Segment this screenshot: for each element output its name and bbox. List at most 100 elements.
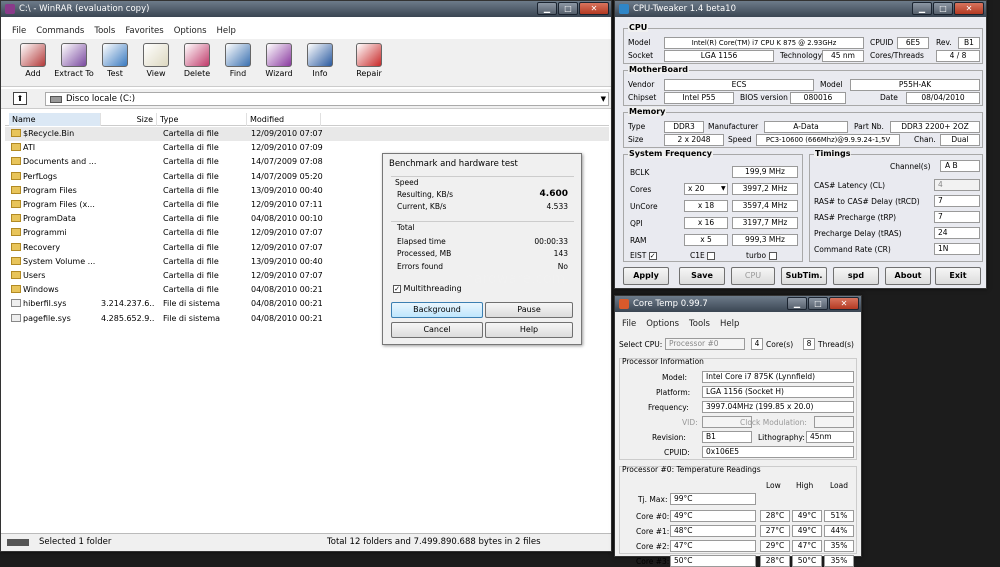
column-name[interactable]: Name: [9, 113, 101, 126]
toolbar-view-button[interactable]: View: [134, 43, 178, 78]
file-name-cell: PerfLogs: [11, 170, 103, 184]
toolbar-repair-button[interactable]: Repair: [347, 43, 391, 78]
uncore-multiplier[interactable]: x 18: [684, 200, 728, 212]
command-rate-select[interactable]: 1N: [934, 243, 980, 255]
path-dropdown[interactable]: Disco locale (C:) ▼: [45, 92, 609, 106]
select-cpu-dropdown[interactable]: Processor #0: [665, 338, 745, 350]
maximize-button[interactable]: □: [933, 2, 953, 15]
file-icon: [11, 313, 21, 322]
file-type: File di sistema: [163, 313, 221, 323]
turbo-checkbox[interactable]: turbo: [746, 251, 777, 260]
elapsed-label: Elapsed time: [397, 237, 446, 246]
menu-options[interactable]: Options: [641, 319, 684, 329]
toolbar-extract-to-button[interactable]: Extract To: [52, 43, 96, 78]
bios-version-value: 080016: [790, 92, 846, 104]
core-low: 28°C: [760, 510, 790, 522]
eist-checkbox[interactable]: EIST ✓: [630, 251, 657, 260]
toolbar-delete-button[interactable]: Delete: [175, 43, 219, 78]
background-button[interactable]: Background: [391, 302, 483, 318]
maximize-button[interactable]: □: [808, 297, 828, 310]
close-button[interactable]: ✕: [829, 297, 859, 310]
platform-label: Platform:: [656, 388, 691, 397]
manufacturer-value: A-Data: [764, 121, 848, 133]
spd-button[interactable]: spd: [833, 267, 879, 285]
menu-favorites[interactable]: Favorites: [120, 26, 168, 36]
winrar-titlebar[interactable]: C:\ - WinRAR (evaluation copy) ▁ □ ✕: [1, 1, 611, 17]
menu-tools[interactable]: Tools: [89, 26, 120, 36]
minimize-button[interactable]: ▁: [787, 297, 807, 310]
toolbar-find-button[interactable]: Find: [216, 43, 260, 78]
test-icon: [102, 43, 128, 67]
toolbar-info-button[interactable]: Info: [298, 43, 342, 78]
folder-icon: [11, 200, 21, 208]
menu-options[interactable]: Options: [169, 26, 212, 36]
file-modified: 04/08/2010 00:21: [251, 285, 323, 295]
info-label: Info: [312, 69, 328, 78]
minimize-button[interactable]: ▁: [537, 2, 557, 15]
cores-threads-value: 4 / 8: [936, 50, 980, 62]
benchmark-title: Benchmark and hardware test: [389, 159, 518, 169]
cputweaker-app-icon: [619, 4, 629, 14]
column-modified[interactable]: Modified: [247, 113, 321, 126]
apply-button[interactable]: Apply: [623, 267, 669, 285]
multithreading-checkbox[interactable]: ✓ Multithreading: [393, 284, 462, 293]
menu-help[interactable]: Help: [212, 26, 241, 36]
cancel-button[interactable]: Cancel: [391, 322, 483, 338]
menu-help[interactable]: Help: [715, 319, 744, 329]
close-button[interactable]: ✕: [579, 2, 609, 15]
table-row[interactable]: $Recycle.Bin Cartella di file 12/09/2010 0…: [5, 127, 609, 141]
coretemp-titlebar[interactable]: Core Temp 0.99.7 ▁ □ ✕: [615, 296, 861, 312]
total-group: Total Elapsed time 00:00:33 Processed, MB…: [391, 221, 574, 273]
bclk-value[interactable]: 199,9 MHz: [732, 166, 798, 178]
toolbar-test-button[interactable]: Test: [93, 43, 137, 78]
cas-latency-select[interactable]: 4: [934, 179, 980, 191]
resulting-label: Resulting, KB/s: [397, 190, 454, 199]
extract-icon: [61, 43, 87, 67]
file-size: 3.214.237.6...: [101, 299, 155, 309]
qpi-multiplier[interactable]: x 16: [684, 217, 728, 229]
help-button[interactable]: Help: [485, 322, 573, 338]
core-high: 50°C: [792, 555, 822, 567]
folder-icon: [11, 271, 21, 279]
exit-button[interactable]: Exit: [935, 267, 981, 285]
toolbar-add-button[interactable]: Add: [11, 43, 55, 78]
cpu-button[interactable]: CPU: [731, 267, 775, 285]
column-type[interactable]: Type: [157, 113, 247, 126]
close-button[interactable]: ✕: [954, 2, 984, 15]
winrar-app-icon: [5, 4, 15, 14]
drive-icon: [50, 96, 62, 103]
about-button[interactable]: About: [885, 267, 931, 285]
file-type: Cartella di file: [163, 256, 219, 266]
menu-tools[interactable]: Tools: [684, 319, 715, 329]
file-type: Cartella di file: [163, 285, 219, 295]
toolbar-wizard-button[interactable]: Wizard: [257, 43, 301, 78]
trcd-select[interactable]: 7: [934, 195, 980, 207]
menu-file[interactable]: File: [617, 319, 641, 329]
command-rate-label: Command Rate (CR): [814, 245, 891, 254]
maximize-button[interactable]: □: [558, 2, 578, 15]
cpuid-value: 6E5: [897, 37, 929, 49]
save-button[interactable]: Save: [679, 267, 725, 285]
minimize-button[interactable]: ▁: [912, 2, 932, 15]
pause-button[interactable]: Pause: [485, 302, 573, 318]
tras-select[interactable]: 24: [934, 227, 980, 239]
select-cpu-label: Select CPU:: [619, 340, 663, 349]
errors-label: Errors found: [397, 262, 444, 271]
up-folder-icon[interactable]: ⬆: [13, 92, 27, 105]
core-label: Core #0:: [636, 512, 670, 521]
coretemp-app-icon: [619, 299, 629, 309]
channels-select[interactable]: A B: [940, 160, 980, 172]
c1e-checkbox[interactable]: C1E: [690, 251, 716, 260]
ram-multiplier[interactable]: x 5: [684, 234, 728, 246]
column-size[interactable]: Size: [101, 113, 157, 126]
file-icon: [11, 299, 21, 308]
menu-commands[interactable]: Commands: [31, 26, 89, 36]
subtim-button[interactable]: SubTim.: [781, 267, 827, 285]
trp-select[interactable]: 7: [934, 211, 980, 223]
core-load: 51%: [824, 510, 854, 522]
file-modified: 04/08/2010 00:10: [251, 214, 323, 224]
chipset-label: Chipset: [628, 93, 657, 102]
cputweaker-titlebar[interactable]: CPU-Tweaker 1.4 beta10 ▁ □ ✕: [615, 1, 986, 17]
menu-file[interactable]: File: [7, 26, 31, 36]
file-name-cell: System Volume ...: [11, 255, 103, 269]
